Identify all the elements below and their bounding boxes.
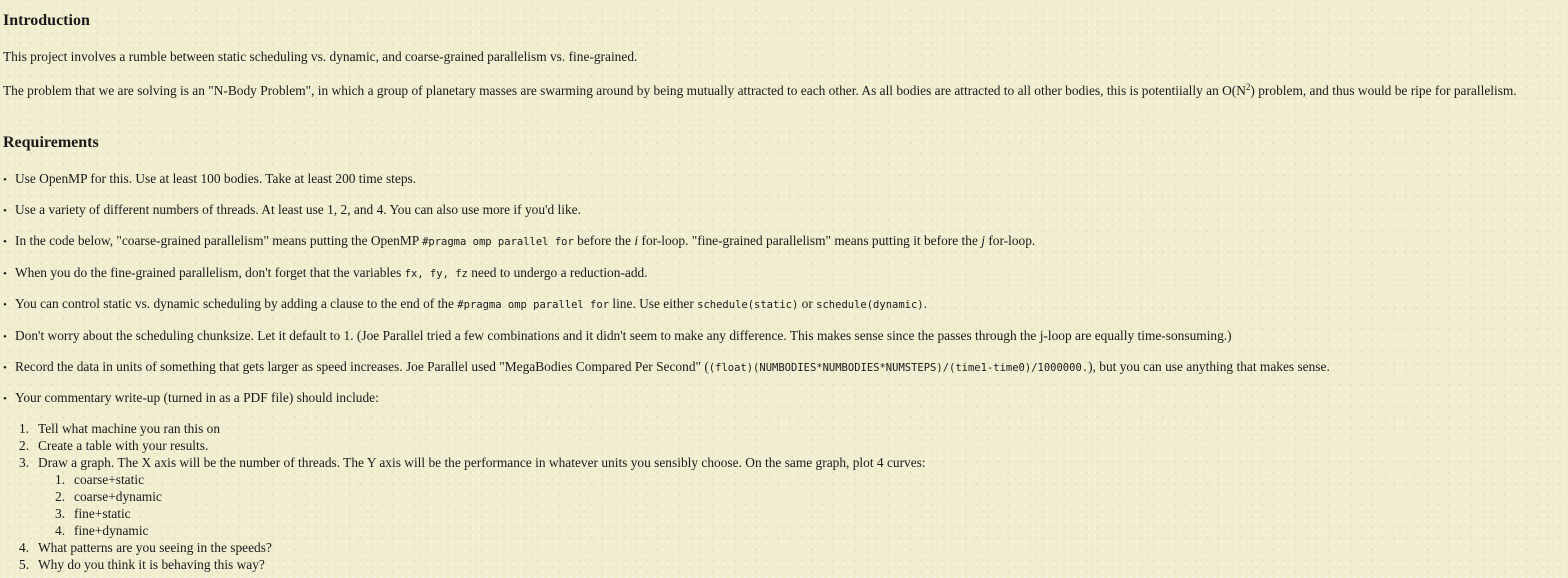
bullet-icon: • bbox=[3, 268, 7, 280]
requirement-item-1: • Use OpenMP for this. Use at least 100 b… bbox=[3, 170, 416, 189]
requirement-text: Don't worry about the scheduling chunksi… bbox=[15, 328, 1232, 343]
curve-text: fine+static bbox=[74, 506, 131, 521]
curve-text: coarse+dynamic bbox=[74, 489, 162, 504]
requirement-text: You can control static vs. dynamic sched… bbox=[15, 296, 458, 311]
requirement-text: for-loop. "fine-grained parallelism" mea… bbox=[638, 233, 982, 248]
requirement-item-8: • Your commentary write-up (turned in as … bbox=[3, 389, 379, 408]
curve-text: coarse+static bbox=[74, 472, 145, 487]
code-snippet: schedule(static) bbox=[697, 299, 799, 311]
bullet-icon: • bbox=[3, 331, 7, 343]
requirement-text: In the code below, "coarse-grained paral… bbox=[15, 233, 423, 248]
requirement-item-6: • Don't worry about the scheduling chunks… bbox=[3, 327, 1232, 346]
curve-item-1: 1. coarse+static bbox=[19, 471, 926, 488]
requirement-text: need to undergo a reduction-add. bbox=[467, 265, 648, 280]
writeup-text: Tell what machine you ran this on bbox=[38, 421, 221, 436]
list-number: 3. bbox=[19, 455, 30, 470]
code-snippet: #pragma omp parallel for bbox=[457, 299, 610, 311]
curve-item-2: 2. coarse+dynamic bbox=[19, 488, 926, 505]
code-snippet: schedule(dynamic) bbox=[816, 299, 924, 311]
code-snippet: #pragma omp parallel for bbox=[422, 236, 574, 248]
curve-text: fine+dynamic bbox=[74, 523, 149, 538]
intro-p2-text-b: ) problem, and thus would be ripe for pa… bbox=[1250, 83, 1517, 98]
intro-paragraph-1: This project involves a rumble between s… bbox=[3, 49, 638, 64]
curve-item-3: 3. fine+static bbox=[19, 505, 926, 522]
writeup-item-3: 3. Draw a graph. The X axis will be the n… bbox=[3, 454, 926, 539]
writeup-item-1: 1. Tell what machine you ran this on bbox=[3, 420, 926, 437]
requirement-text: Use a variety of different numbers of th… bbox=[15, 202, 581, 217]
curves-list: 1. coarse+static 2. coarse+dynamic 3. fine+… bbox=[19, 471, 926, 539]
requirement-item-5: • You can control static vs. dynamic sche… bbox=[3, 295, 927, 314]
requirement-text: Use OpenMP for this. Use at least 100 bo… bbox=[15, 171, 417, 186]
list-number: 5. bbox=[19, 557, 30, 572]
bullet-icon: • bbox=[3, 299, 7, 311]
code-snippet: fx, fy, fz bbox=[404, 268, 468, 280]
list-number: 4. bbox=[55, 523, 66, 538]
writeup-text: What patterns are you seeing in the spee… bbox=[38, 540, 272, 555]
writeup-text: Draw a graph. The X axis will be the num… bbox=[38, 455, 926, 470]
writeup-item-4: 4. What patterns are you seeing in the sp… bbox=[3, 539, 926, 556]
list-number: 2. bbox=[55, 489, 66, 504]
requirement-text: Your commentary write-up (turned in as a… bbox=[15, 390, 379, 405]
requirement-text: for-loop. bbox=[984, 233, 1036, 248]
requirement-item-4: • When you do the fine-grained parallelis… bbox=[3, 264, 648, 283]
bullet-icon: • bbox=[3, 236, 7, 248]
requirement-item-7: • Record the data in units of something t… bbox=[3, 358, 1330, 377]
requirement-text: ), but you can use anything that makes s… bbox=[1088, 359, 1330, 374]
writeup-text: Why do you think it is behaving this way… bbox=[38, 557, 265, 572]
list-number: 2. bbox=[19, 438, 30, 453]
bullet-icon: • bbox=[3, 362, 7, 374]
list-number: 3. bbox=[55, 506, 66, 521]
writeup-item-2: 2. Create a table with your results. bbox=[3, 437, 926, 454]
intro-paragraph-2: The problem that we are solving is an "N… bbox=[3, 82, 1561, 99]
bullet-icon: • bbox=[3, 205, 7, 217]
writeup-item-5: 5. Why do you think it is behaving this w… bbox=[3, 556, 926, 573]
requirement-text: line. Use either bbox=[609, 296, 698, 311]
requirement-text: before the bbox=[573, 233, 635, 248]
intro-p2-text-a: The problem that we are solving is an "N… bbox=[3, 83, 1246, 98]
list-number: 4. bbox=[19, 540, 30, 555]
requirement-item-2: • Use a variety of different numbers of t… bbox=[3, 201, 581, 220]
bullet-icon: • bbox=[3, 393, 7, 405]
introduction-heading: Introduction bbox=[3, 12, 90, 29]
writeup-list: 1. Tell what machine you ran this on 2. Cr… bbox=[3, 420, 926, 573]
bullet-icon: • bbox=[3, 174, 7, 186]
code-snippet: (float)(NUMBODIES*NUMBODIES*NUMSTEPS)/(t… bbox=[708, 362, 1089, 374]
requirements-heading: Requirements bbox=[3, 134, 99, 151]
requirement-text: . bbox=[923, 296, 927, 311]
list-number: 1. bbox=[19, 421, 30, 436]
requirement-item-3: • In the code below, "coarse-grained para… bbox=[3, 232, 1035, 251]
requirement-text: Record the data in units of something th… bbox=[15, 359, 709, 374]
curve-item-4: 4. fine+dynamic bbox=[19, 522, 926, 539]
list-number: 1. bbox=[55, 472, 66, 487]
writeup-text: Create a table with your results. bbox=[38, 438, 209, 453]
requirement-text: or bbox=[798, 296, 817, 311]
requirement-text: When you do the fine-grained parallelism… bbox=[15, 265, 405, 280]
